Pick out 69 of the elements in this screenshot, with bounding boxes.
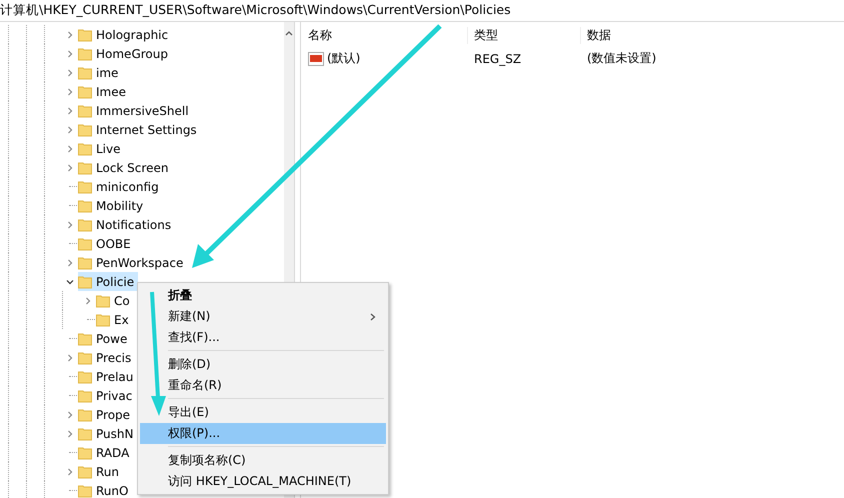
folder-icon (78, 28, 92, 42)
tree-item[interactable]: RunO (78, 481, 132, 498)
tree-item[interactable]: OOBE (78, 234, 135, 253)
folder-icon (78, 46, 92, 60)
menu-item[interactable]: 权限(P)... (140, 423, 386, 444)
folder-icon (78, 370, 92, 384)
folder-icon (78, 122, 92, 136)
folder-icon (78, 256, 92, 270)
folder-icon (96, 312, 110, 326)
column-header[interactable]: 数据 (580, 27, 611, 44)
menu-item[interactable]: 折叠 (140, 285, 386, 306)
tree-item[interactable]: RADA (78, 443, 134, 462)
column-header[interactable]: 名称 (301, 27, 467, 44)
tree-item[interactable]: Internet Settings (78, 120, 201, 139)
tree-item[interactable]: Prope (78, 405, 134, 424)
tree-item[interactable]: Lock Screen (78, 158, 172, 177)
value-type: REG_SZ (473, 52, 522, 66)
folder-icon (78, 104, 92, 118)
folder-icon (78, 84, 92, 98)
folder-icon (78, 484, 92, 498)
tree-item[interactable]: Mobility (78, 196, 148, 215)
folder-icon (78, 198, 92, 212)
tree-item[interactable]: PenWorkspace (78, 253, 188, 272)
folder-icon (78, 218, 92, 232)
folder-icon (78, 426, 92, 440)
folder-icon (78, 236, 92, 250)
column-header[interactable]: 类型 (467, 27, 580, 44)
tree-item[interactable]: Privac (78, 386, 136, 405)
menu-item[interactable]: 查找(F)... (140, 327, 386, 348)
tree-item[interactable]: Notifications (78, 215, 176, 234)
folder-icon (78, 446, 92, 460)
tree-item[interactable]: ImmersiveShell (78, 101, 193, 120)
tree-item[interactable]: Imee (78, 82, 130, 101)
tree-item[interactable]: Precis (78, 348, 136, 367)
folder-icon (78, 274, 92, 288)
value-name: (默认) (327, 50, 360, 67)
tree-item[interactable]: ime (78, 63, 122, 82)
tree-item[interactable]: Run (78, 462, 124, 481)
tree-item[interactable]: Policie (78, 272, 138, 291)
string-value-icon (308, 52, 324, 66)
menu-item[interactable]: 删除(D) (140, 354, 386, 375)
menu-item[interactable]: 访问 HKEY_LOCAL_MACHINE(T) (140, 471, 386, 492)
folder-icon (96, 294, 110, 308)
tree-item[interactable]: Holographic (78, 25, 172, 44)
folder-icon (78, 388, 92, 402)
folder-icon (78, 350, 92, 364)
tree-item[interactable]: Live (78, 139, 125, 158)
menu-item[interactable]: 重命名(R) (140, 375, 386, 396)
folder-icon (78, 408, 92, 422)
tree-item[interactable]: miniconfig (78, 177, 163, 196)
folder-icon (78, 180, 92, 194)
tree-item[interactable]: Prelau (78, 367, 138, 386)
folder-icon (78, 142, 92, 156)
folder-icon (78, 160, 92, 174)
menu-item[interactable]: 新建(N) (140, 306, 386, 327)
menu-item[interactable]: 导出(E) (140, 402, 386, 423)
folder-icon (78, 332, 92, 346)
tree-item[interactable]: HomeGroup (78, 44, 172, 63)
chevron-icon[interactable] (66, 278, 74, 286)
scroll-up-icon[interactable] (285, 30, 293, 36)
value-data: (数值未设置) (586, 50, 656, 67)
tree-item[interactable]: Ex (96, 310, 133, 329)
folder-icon (78, 464, 92, 478)
menu-item[interactable]: 复制项名称(C) (140, 450, 386, 471)
tree-item[interactable]: PushN (78, 424, 138, 443)
folder-icon (78, 66, 92, 80)
tree-item[interactable]: Powe (78, 329, 132, 348)
address-bar[interactable]: 计算机\HKEY_CURRENT_USER\Software\Microsoft\Windows\CurrentVersion\Policies (0, 0, 844, 22)
tree-item[interactable]: Co (96, 291, 134, 310)
